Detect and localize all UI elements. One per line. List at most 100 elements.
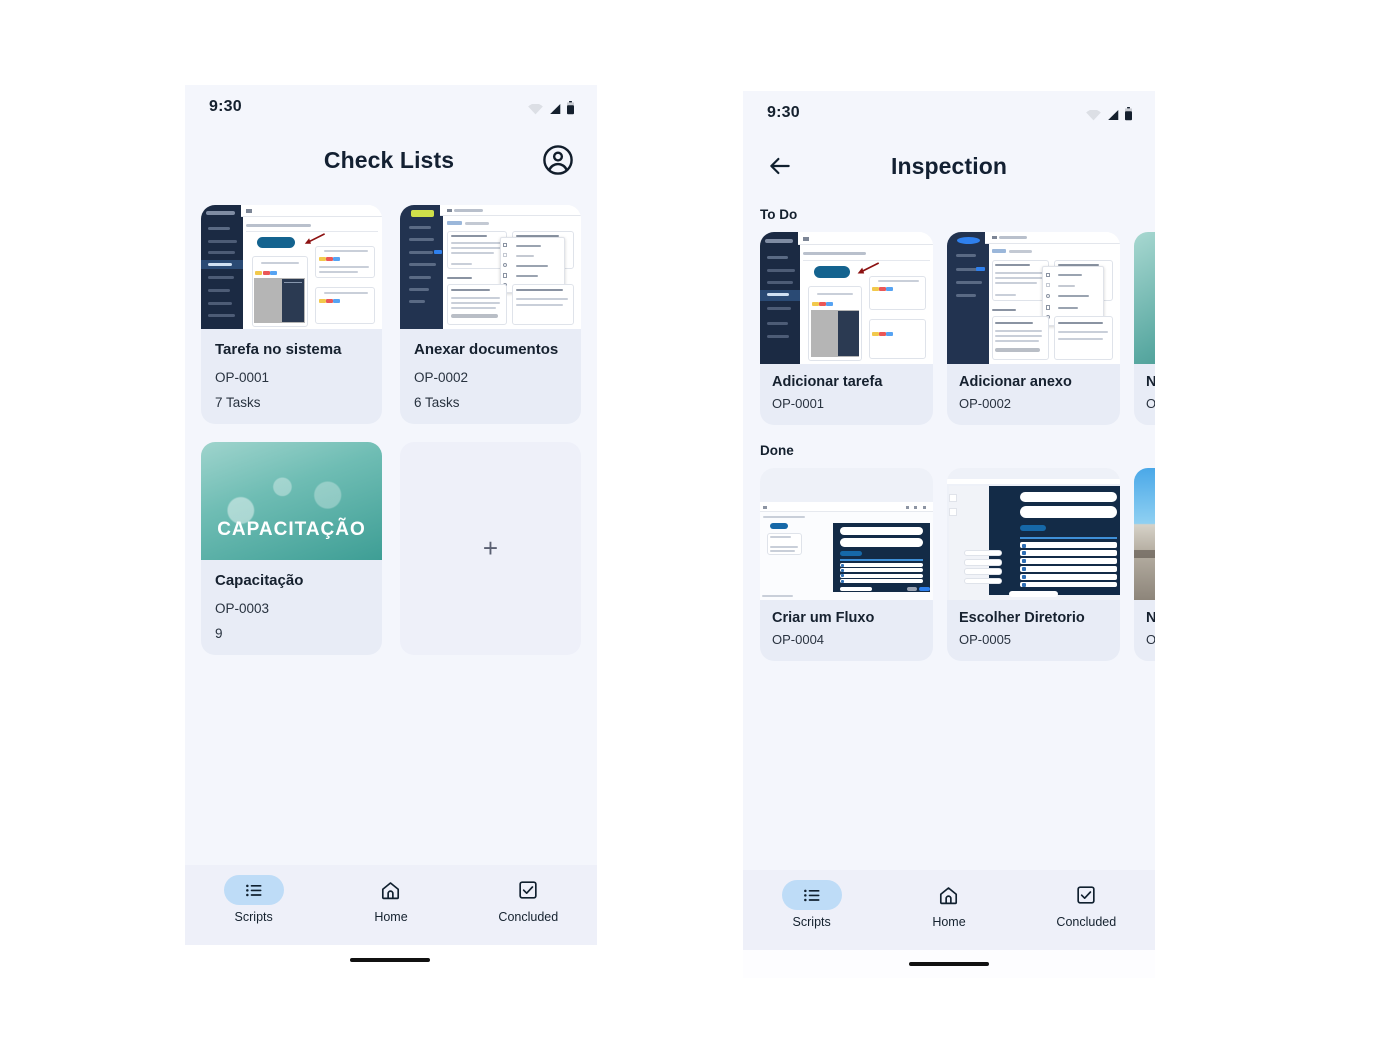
nav-item-concluded[interactable]: Concluded xyxy=(478,875,578,924)
mock-menu-board xyxy=(947,232,1120,364)
card-code: OP-0002 xyxy=(414,369,469,385)
card-code: OP-0005 xyxy=(959,632,1012,647)
card-thumbnail xyxy=(1134,232,1155,364)
photo-teal-clipped xyxy=(1134,232,1155,364)
nav-item-scripts[interactable]: Scripts xyxy=(204,875,304,924)
card-code: OP-0003 xyxy=(215,600,270,616)
arrow-back-icon[interactable] xyxy=(765,151,795,181)
card-title: Adicionar tarefa xyxy=(772,374,883,390)
nav-item-scripts[interactable]: Scripts xyxy=(762,880,862,929)
page-title: Check Lists xyxy=(323,146,455,173)
arrow-back-glyph xyxy=(770,157,790,175)
nav-pill-home xyxy=(361,875,421,905)
checklist-card[interactable]: CAPACITAÇÃO Capacitação OP-0003 9 xyxy=(201,441,382,655)
photo-sky-clipped xyxy=(1134,468,1155,600)
card-title: N xyxy=(1146,374,1155,390)
home-icon xyxy=(940,886,958,904)
nav-pill-concluded xyxy=(1056,880,1116,910)
card-title: Tarefa no sistema xyxy=(215,341,342,358)
nav-item-concluded[interactable]: Concluded xyxy=(1036,880,1136,929)
card-thumbnail xyxy=(947,232,1120,364)
card-meta: Adicionar anexo OP-0002 xyxy=(947,364,1120,425)
check-box-icon xyxy=(519,881,537,899)
card-thumbnail xyxy=(947,468,1120,600)
card-title: Capacitação xyxy=(215,571,304,589)
inspection-card[interactable]: Criar um Fluxo OP-0004 xyxy=(760,468,933,661)
home-icon xyxy=(382,881,400,899)
add-checklist-card[interactable]: + xyxy=(400,441,581,655)
card-title: Adicionar anexo xyxy=(959,374,1072,390)
nav-item-home[interactable]: Home xyxy=(899,880,999,929)
signal-icon xyxy=(1108,109,1119,121)
appbar-left-spacer xyxy=(207,145,237,175)
nav-label-home: Home xyxy=(932,915,966,929)
inspection-card[interactable]: N O xyxy=(1134,232,1155,425)
account-circle-glyph xyxy=(543,145,573,175)
inspection-card[interactable]: Escolher Diretorio OP-0005 xyxy=(947,468,1120,661)
card-task-count: 6 Tasks xyxy=(414,394,460,410)
card-code: OP-0001 xyxy=(215,369,270,385)
wifi-icon xyxy=(1086,110,1101,121)
inspection-card[interactable]: Adicionar tarefa OP-0001 xyxy=(760,232,933,425)
card-code: OP-0004 xyxy=(772,632,825,647)
account-circle-icon[interactable] xyxy=(541,143,575,177)
red-arrow-icon xyxy=(858,262,880,274)
home-indicator-right xyxy=(909,962,989,966)
nav-label-concluded: Concluded xyxy=(1056,915,1117,929)
status-icon-group xyxy=(528,99,575,115)
card-meta: Capacitação OP-0003 9 xyxy=(201,560,382,655)
card-title: Escolher Diretorio xyxy=(959,610,1085,626)
screen-check-lists: 9:30 Check Lists Tarefa no sistema OP-00… xyxy=(185,85,597,945)
inspection-card[interactable]: Adicionar anexo OP-0002 xyxy=(947,232,1120,425)
nav-pill-scripts xyxy=(781,880,842,910)
bottom-navigation: Scripts Home Concluded xyxy=(185,865,597,945)
mock-flow-board xyxy=(760,468,933,600)
done-card-row[interactable]: Criar um Fluxo OP-0004 Escolher Diretori… xyxy=(743,468,1155,661)
checklist-card[interactable]: Tarefa no sistema OP-0001 7 Tasks xyxy=(201,205,382,424)
card-thumbnail xyxy=(201,205,382,329)
card-title: N xyxy=(1146,610,1155,626)
app-bar: Check Lists xyxy=(185,129,597,191)
card-thumbnail xyxy=(760,468,933,600)
signal-icon xyxy=(550,103,561,115)
card-thumbnail xyxy=(760,232,933,364)
mock-directory-board xyxy=(947,468,1120,600)
list-icon xyxy=(245,884,262,897)
checklist-grid: Tarefa no sistema OP-0001 7 Tasks Anexar… xyxy=(185,191,597,655)
card-task-count: 9 xyxy=(215,625,223,641)
bottom-navigation: Scripts Home Concluded xyxy=(743,870,1155,950)
card-code: O xyxy=(1146,396,1155,411)
nav-pill-concluded xyxy=(498,875,558,905)
section-label-todo: To Do xyxy=(760,207,798,222)
inspection-card[interactable]: N O xyxy=(1134,468,1155,661)
list-icon xyxy=(803,889,820,902)
checklist-card[interactable]: Anexar documentos OP-0002 6 Tasks xyxy=(400,205,581,424)
nav-label-concluded: Concluded xyxy=(498,910,559,924)
card-meta: Tarefa no sistema OP-0001 7 Tasks xyxy=(201,329,382,424)
phone-frame-right: 9:30 Inspection To Do Adicionar tarefa O… xyxy=(743,91,1155,978)
card-title: Anexar documentos xyxy=(414,341,559,358)
nav-label-scripts: Scripts xyxy=(792,915,831,929)
card-meta: Criar um Fluxo OP-0004 xyxy=(760,600,933,661)
app-bar: Inspection xyxy=(743,135,1155,197)
nav-label-home: Home xyxy=(374,910,408,924)
card-meta: N O xyxy=(1134,600,1155,661)
mock-task-board xyxy=(760,232,933,364)
card-code: OP-0001 xyxy=(772,396,825,411)
card-thumbnail xyxy=(400,205,581,329)
home-indicator-bar xyxy=(743,950,1155,978)
page-title: Inspection xyxy=(890,152,1007,179)
photo-band xyxy=(1134,549,1155,558)
status-icon-group xyxy=(1086,105,1133,121)
screen-inspection: 9:30 Inspection To Do Adicionar tarefa O… xyxy=(743,91,1155,978)
nav-item-home[interactable]: Home xyxy=(341,875,441,924)
battery-icon xyxy=(567,101,574,115)
card-code: O xyxy=(1146,632,1155,647)
card-thumbnail: CAPACITAÇÃO xyxy=(201,441,382,560)
status-bar: 9:30 xyxy=(185,85,597,129)
check-box-icon xyxy=(1077,886,1095,904)
battery-icon xyxy=(1125,107,1132,121)
appbar-right-spacer xyxy=(1103,151,1133,181)
status-clock: 9:30 xyxy=(767,104,800,121)
todo-card-row[interactable]: Adicionar tarefa OP-0001 Adicionar anexo… xyxy=(743,232,1155,425)
